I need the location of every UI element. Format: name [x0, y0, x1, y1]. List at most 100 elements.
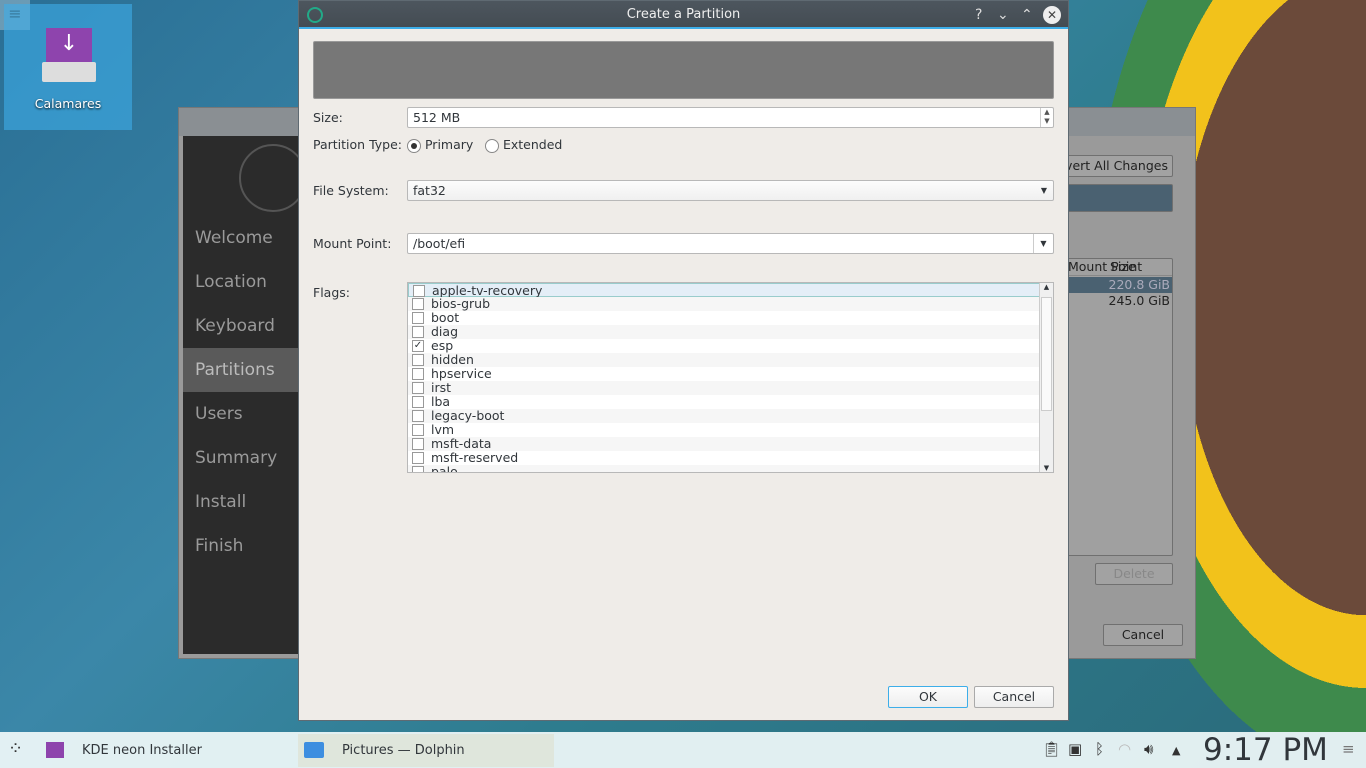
checkbox[interactable]: [412, 410, 424, 422]
flags-scrollbar[interactable]: ▲ ▼: [1039, 283, 1053, 472]
app-icon: [307, 7, 323, 23]
radio-icon: [407, 138, 421, 153]
sidebar-item-finish: Finish: [195, 536, 244, 556]
help-icon[interactable]: ?: [975, 1, 982, 29]
flags-list[interactable]: apple-tv-recovery bios-grub boot diag ✓ esp hi…: [407, 282, 1054, 473]
maximize-icon[interactable]: ⌃: [1021, 1, 1033, 29]
flags-label: Flags:: [313, 285, 350, 300]
extended-radio[interactable]: Extended: [485, 137, 562, 153]
scroll-up-icon[interactable]: ▲: [1040, 283, 1053, 295]
flag-item[interactable]: hidden: [408, 353, 1040, 367]
radio-icon: [485, 138, 499, 153]
installer-cancel-button[interactable]: Cancel: [1103, 624, 1183, 646]
task-label: Pictures — Dolphin: [342, 743, 465, 758]
ok-button[interactable]: OK: [888, 686, 968, 708]
task-kde-neon-installer[interactable]: KDE neon Installer: [38, 734, 296, 767]
checkbox[interactable]: [412, 368, 424, 380]
flag-label: boot: [431, 310, 460, 325]
scroll-down-icon[interactable]: ▼: [1040, 464, 1053, 472]
flag-item[interactable]: diag: [408, 325, 1040, 339]
partition-table[interactable]: Mount Point Size 220.8 GiB 245.0 GiB: [1059, 258, 1173, 556]
flag-item[interactable]: apple-tv-recovery: [408, 283, 1040, 298]
folder-icon: [304, 742, 324, 758]
calamares-logo-icon: [239, 144, 307, 212]
checkbox[interactable]: [412, 298, 424, 310]
mount-point-combo[interactable]: /boot/efi ▼: [407, 233, 1054, 254]
flag-item[interactable]: ✓ esp: [408, 339, 1040, 353]
usb-device-icon[interactable]: ▣: [1068, 740, 1082, 758]
table-row[interactable]: 245.0 GiB: [1060, 293, 1172, 309]
checkbox[interactable]: [412, 312, 424, 324]
flag-item[interactable]: palo: [408, 464, 1040, 473]
column-size[interactable]: Size: [1110, 259, 1136, 274]
network-icon[interactable]: ◠: [1118, 740, 1131, 758]
application-launcher-icon[interactable]: ⁘: [8, 738, 23, 759]
checkbox[interactable]: [412, 326, 424, 338]
size-spinbox[interactable]: 512 MB: [407, 107, 1054, 128]
flag-label: legacy-boot: [431, 408, 505, 423]
dialog-titlebar: Create a Partition ? ⌄ ⌃ ✕: [299, 1, 1068, 29]
task-dolphin[interactable]: Pictures — Dolphin: [298, 734, 554, 767]
panel-menu-icon[interactable]: ≡: [1342, 740, 1355, 758]
primary-label: Primary: [424, 137, 474, 152]
minimize-icon[interactable]: ⌄: [997, 1, 1009, 29]
expand-tray-icon[interactable]: ▲: [1172, 744, 1180, 757]
flag-item[interactable]: msft-reserved: [408, 451, 1040, 465]
flag-item[interactable]: hpservice: [408, 367, 1040, 381]
checkbox[interactable]: [412, 382, 424, 394]
flag-item[interactable]: bios-grub: [408, 297, 1040, 311]
checkbox[interactable]: [413, 285, 425, 297]
flag-label: hidden: [431, 352, 474, 367]
clipboard-icon[interactable]: 📋︎: [1042, 740, 1061, 758]
flag-label: lvm: [431, 422, 455, 437]
calamares-icon-base: [42, 62, 96, 82]
flag-item[interactable]: lvm: [408, 423, 1040, 437]
file-system-combo[interactable]: fat32 ▼: [407, 180, 1054, 201]
sidebar-item-keyboard: Keyboard: [195, 316, 275, 336]
primary-radio[interactable]: Primary: [407, 137, 473, 153]
installer-task-icon: [46, 742, 64, 758]
close-icon[interactable]: ✕: [1043, 6, 1061, 24]
desktop-icon-calamares[interactable]: ↓ Calamares: [4, 4, 132, 130]
flag-item[interactable]: irst: [408, 381, 1040, 395]
sidebar-item-summary: Summary: [195, 448, 278, 468]
installer-sidebar: Welcome Location Keyboard Partitions Use…: [183, 136, 307, 654]
create-partition-dialog: Create a Partition ? ⌄ ⌃ ✕ Size: 512 MB …: [298, 0, 1069, 721]
flag-item[interactable]: lba: [408, 395, 1040, 409]
checkbox[interactable]: [412, 424, 424, 436]
checkbox[interactable]: ✓: [412, 340, 424, 352]
flag-label: hpservice: [431, 366, 492, 381]
delete-button[interactable]: Delete: [1095, 563, 1173, 585]
sidebar-item-partitions: Partitions: [183, 348, 299, 392]
task-label: KDE neon Installer: [82, 743, 202, 758]
flag-label: esp: [431, 338, 454, 353]
partition-preview-bar: [313, 41, 1054, 99]
sidebar-item-location: Location: [195, 272, 267, 292]
mount-point-value: /boot/efi: [413, 236, 466, 251]
scroll-thumb[interactable]: [1041, 297, 1052, 411]
checkbox[interactable]: [412, 438, 424, 450]
flag-label: diag: [431, 324, 459, 339]
disk-bar: [1059, 184, 1173, 212]
checkbox[interactable]: [412, 452, 424, 464]
partition-type-label: Partition Type:: [313, 137, 402, 152]
flag-label: irst: [431, 380, 452, 395]
flag-item[interactable]: legacy-boot: [408, 409, 1040, 423]
cancel-button[interactable]: Cancel: [974, 686, 1054, 708]
flag-item[interactable]: msft-data: [408, 437, 1040, 451]
checkbox[interactable]: [412, 466, 424, 472]
chevron-down-icon[interactable]: ▼: [1033, 234, 1053, 253]
checkbox[interactable]: [412, 354, 424, 366]
sidebar-item-users: Users: [195, 404, 243, 424]
flag-label: lba: [431, 394, 451, 409]
flag-label: palo: [431, 464, 458, 473]
volume-icon[interactable]: 🔊︎: [1144, 740, 1153, 758]
flag-label: bios-grub: [431, 296, 491, 311]
size-stepper-icon[interactable]: ▲ ▼: [1040, 108, 1053, 127]
mount-point-label: Mount Point:: [313, 236, 392, 251]
checkbox[interactable]: [412, 396, 424, 408]
flag-item[interactable]: boot: [408, 311, 1040, 325]
bluetooth-icon[interactable]: ᛒ: [1095, 740, 1104, 758]
table-row[interactable]: 220.8 GiB: [1060, 277, 1172, 293]
clock[interactable]: 9:17 PM: [1203, 732, 1328, 768]
